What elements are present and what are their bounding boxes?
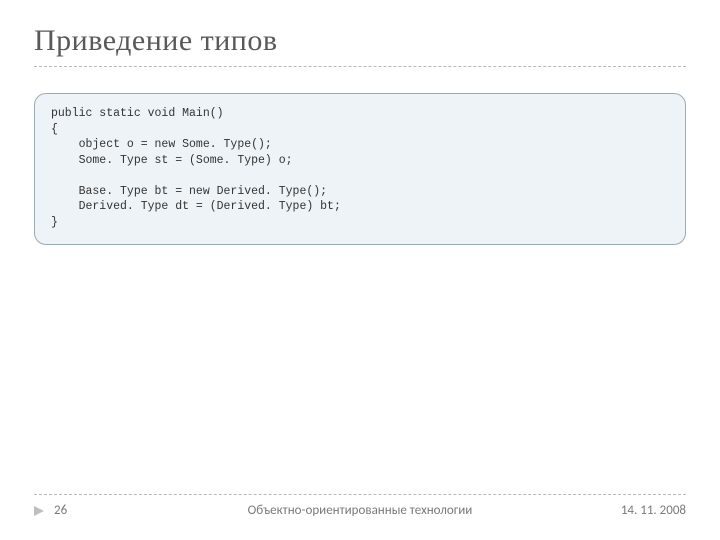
- slide: Приведение типов public static void Main…: [0, 0, 720, 540]
- title-row: Приведение типов: [34, 24, 686, 67]
- footer-date: 14. 11. 2008: [621, 503, 686, 518]
- footer-course: Объектно-ориентированные технологии: [34, 503, 686, 518]
- code-block: public static void Main() { object o = n…: [34, 93, 686, 245]
- arrow-right-icon: [34, 506, 44, 516]
- footer: 26 Объектно-ориентированные технологии 1…: [34, 494, 686, 518]
- page-number-group: 26: [34, 503, 67, 518]
- page-number: 26: [54, 503, 67, 518]
- page-title: Приведение типов: [34, 24, 686, 58]
